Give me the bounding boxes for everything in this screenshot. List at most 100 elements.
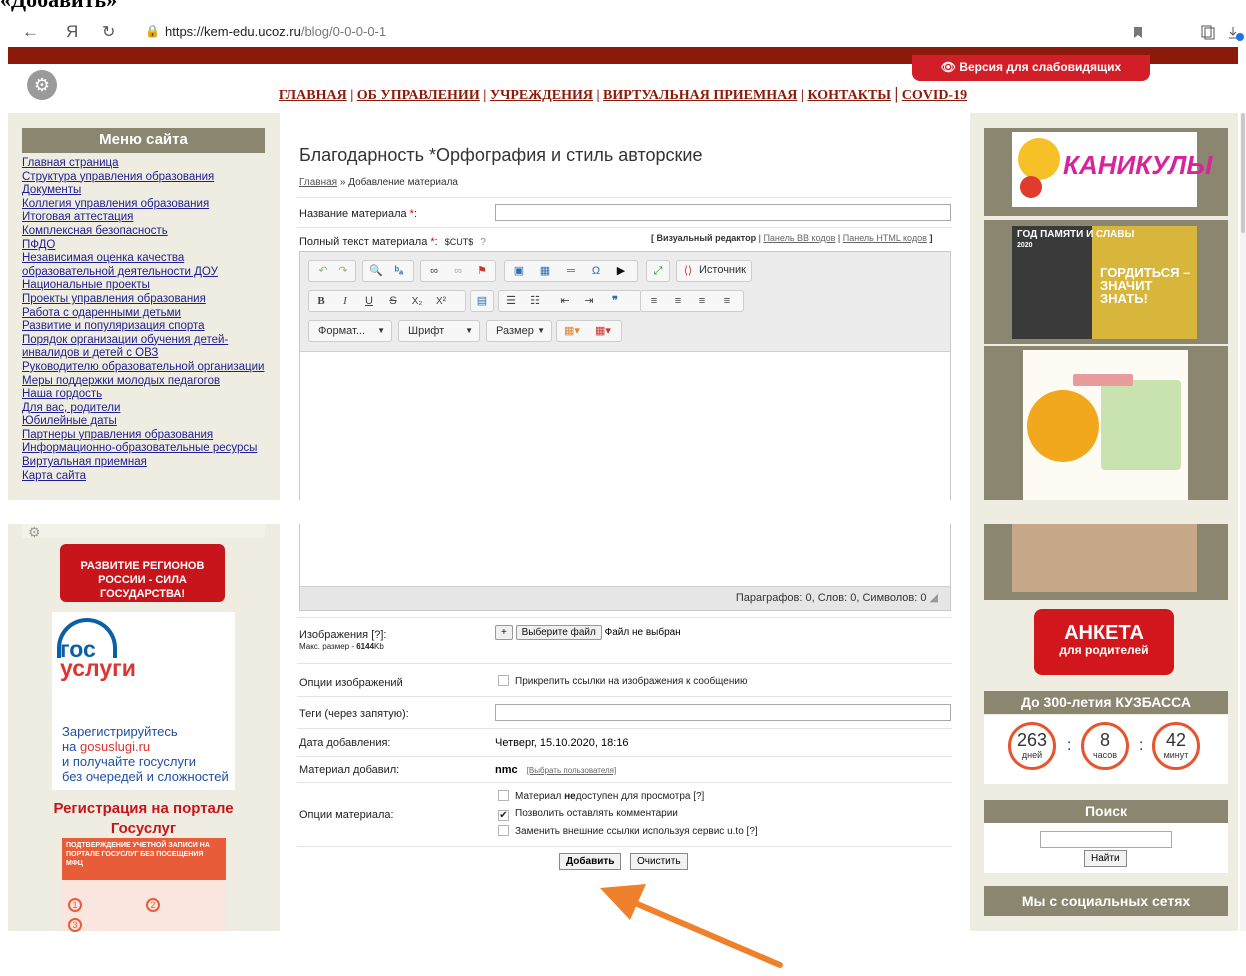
menu-item[interactable]: Национальные проекты <box>22 279 272 293</box>
menu-item[interactable]: Развитие и популяризация спорта <box>22 320 272 334</box>
underline-icon[interactable]: U <box>361 294 377 309</box>
collections-icon[interactable] <box>1200 24 1216 40</box>
menu-item[interactable]: Структура управления образования <box>22 171 272 185</box>
parents-poster[interactable] <box>1023 350 1188 500</box>
hr-icon[interactable]: ═ <box>563 264 579 279</box>
menu-item[interactable]: Карта сайта <box>22 470 272 484</box>
nav-link-reception[interactable]: ВИРТУАЛЬНАЯ ПРИЕМНАЯ <box>603 88 797 103</box>
editor-mode-html[interactable]: Панель HTML кодов <box>843 233 927 243</box>
tags-input[interactable] <box>495 704 951 721</box>
nav-link-covid[interactable]: COVID-19 <box>902 88 967 103</box>
search-input[interactable] <box>1040 831 1172 848</box>
redo-icon[interactable]: ↷ <box>335 264 351 279</box>
special-char-icon[interactable]: Ω <box>588 264 604 279</box>
choose-user-link[interactable]: [Выбрать пользователя] <box>527 766 617 775</box>
add-file-button[interactable]: + <box>495 625 513 640</box>
choose-file-button[interactable]: Выберите файл <box>515 625 602 640</box>
superscript-icon[interactable]: X² <box>433 294 449 309</box>
menu-item[interactable]: Руководителю образовательной организации <box>22 361 272 375</box>
search-button[interactable]: Найти <box>1084 850 1127 867</box>
menu-item[interactable]: Меры поддержки молодых педагогов <box>22 375 272 389</box>
editor-mode-bb[interactable]: Панель BB кодов <box>763 233 835 243</box>
unlink-icon[interactable]: ∞ <box>450 264 466 279</box>
color-palette-icon[interactable]: ▦▾ <box>561 324 583 339</box>
remove-format-icon[interactable]: ▤ <box>474 294 490 309</box>
outdent-icon[interactable]: ⇤ <box>557 294 573 309</box>
menu-item[interactable]: Главная страница <box>22 157 272 171</box>
menu-item[interactable]: Виртуальная приемная <box>22 456 272 470</box>
menu-item[interactable]: Комплексная безопасность <box>22 225 272 239</box>
breadcrumb-home[interactable]: Главная <box>299 177 337 188</box>
menu-item[interactable]: Информационно-образовательные ресурсы <box>22 442 272 456</box>
memory-year-banner[interactable]: ГОД ПАМЯТИ И СЛАВЫ 2020 ГОРДИТЬСЯ – ЗНАЧИ… <box>1012 226 1197 339</box>
back-icon[interactable]: ← <box>22 22 39 42</box>
resize-handle-icon[interactable]: ◢ <box>930 592 938 604</box>
menu-item[interactable]: Порядок организации обучения детей-инвал… <box>22 334 272 361</box>
regions-banner[interactable]: РАЗВИТИЕ РЕГИОНОВ РОССИИ - СИЛА ГОСУДАРС… <box>60 544 225 602</box>
format-select[interactable]: Формат... ▼ <box>308 320 392 342</box>
registration-banner[interactable]: ПОДТВЕРЖДЕНИЕ УЧЕТНОЙ ЗАПИСИ НА ПОРТАЛЕ … <box>62 838 226 932</box>
scrollbar-thumb[interactable] <box>1241 113 1245 233</box>
image-icon[interactable]: ▣ <box>511 264 527 279</box>
title-input[interactable] <box>495 204 951 221</box>
checkbox[interactable] <box>498 675 509 686</box>
menu-item[interactable]: ПФДО <box>22 239 272 253</box>
option-allow-comments[interactable]: ✔ Позволить оставлять комментарии <box>498 808 678 821</box>
checkbox-checked[interactable]: ✔ <box>498 810 509 821</box>
menu-item[interactable]: Работа с одаренными детьми <box>22 307 272 321</box>
yandex-icon[interactable]: Я <box>66 22 78 42</box>
bullet-list-icon[interactable]: ☷ <box>527 294 543 309</box>
option-unavailable[interactable]: Материал недоступен для просмотра [?] <box>498 790 704 802</box>
link-icon[interactable]: ∞ <box>426 264 442 279</box>
align-justify-icon[interactable]: ≡ <box>719 294 735 309</box>
page-scrollbar[interactable] <box>1240 113 1246 931</box>
menu-item[interactable]: Наша гордость <box>22 388 272 402</box>
find-icon[interactable]: 🔍 <box>368 264 384 279</box>
attach-links-option[interactable]: Прикрепить ссылки на изображения к сообщ… <box>498 675 747 687</box>
indent-icon[interactable]: ⇥ <box>581 294 597 309</box>
quote-icon[interactable]: ❞ <box>607 294 623 309</box>
downloads-icon[interactable] <box>1228 25 1244 41</box>
nav-link-home[interactable]: ГЛАВНАЯ <box>279 88 347 103</box>
italic-icon[interactable]: I <box>337 294 353 309</box>
editor-mode-visual[interactable]: Визуальный редактор <box>657 233 757 243</box>
reset-button[interactable]: Очистить <box>630 853 688 870</box>
maximize-icon[interactable]: ⤢ <box>650 264 666 279</box>
address-bar[interactable]: https://kem-edu.ucoz.ru/blog/0-0-0-0-1 <box>165 24 386 39</box>
low-vision-button[interactable]: 👁 Версия для слабовидящих <box>912 55 1150 81</box>
nav-link-institutions[interactable]: УЧРЕЖДЕНИЯ <box>490 88 593 103</box>
nav-link-contacts[interactable]: КОНТАКТЫ <box>807 88 891 103</box>
menu-item[interactable]: Независимая оценка качества образователь… <box>22 252 272 279</box>
align-center-icon[interactable]: ≡ <box>670 294 686 309</box>
align-right-icon[interactable]: ≡ <box>694 294 710 309</box>
bookmark-icon[interactable] <box>1133 26 1143 39</box>
rich-text-editor[interactable]: ↶ ↷ 🔍 ᵇₐ ∞ ∞ ⚑ ▣ ▦ ═ Ω ▶ ⤢ ⟨⟩ Источник B… <box>299 251 951 611</box>
submit-button[interactable]: Добавить <box>559 853 622 870</box>
help-link[interactable]: ? <box>480 237 486 248</box>
numbered-list-icon[interactable]: ☰ <box>503 294 519 309</box>
menu-item[interactable]: Партнеры управления образования <box>22 429 272 443</box>
source-button[interactable]: ⟨⟩ Источник <box>676 260 752 282</box>
reload-icon[interactable]: ↻ <box>102 22 115 42</box>
anchor-icon[interactable]: ⚑ <box>474 264 490 279</box>
size-select[interactable]: Размер ▼ <box>486 320 552 342</box>
undo-icon[interactable]: ↶ <box>315 264 331 279</box>
menu-item[interactable]: Юбилейные даты <box>22 415 272 429</box>
parents-survey-button[interactable]: АНКЕТА для родителей <box>1034 609 1174 675</box>
menu-item[interactable]: Для вас, родители <box>22 402 272 416</box>
font-select[interactable]: Шрифт ▼ <box>398 320 480 342</box>
cats-photo[interactable] <box>1012 524 1197 592</box>
menu-item[interactable]: Документы <box>22 184 272 198</box>
table-icon[interactable]: ▦ <box>537 264 553 279</box>
video-icon[interactable]: ▶ <box>613 264 629 279</box>
replace-icon[interactable]: ᵇₐ <box>391 264 407 279</box>
checkbox[interactable] <box>498 825 509 836</box>
checkbox[interactable] <box>498 790 509 801</box>
nav-link-about[interactable]: ОБ УПРАВЛЕНИИ <box>357 88 480 103</box>
subscript-icon[interactable]: X₂ <box>409 294 425 309</box>
menu-item[interactable]: Коллегия управления образования <box>22 198 272 212</box>
menu-item[interactable]: Итоговая аттестация <box>22 211 272 225</box>
option-replace-links[interactable]: Заменить внешние ссылки используя сервис… <box>498 825 758 837</box>
bold-icon[interactable]: B <box>313 294 329 309</box>
menu-item[interactable]: Проекты управления образования <box>22 293 272 307</box>
